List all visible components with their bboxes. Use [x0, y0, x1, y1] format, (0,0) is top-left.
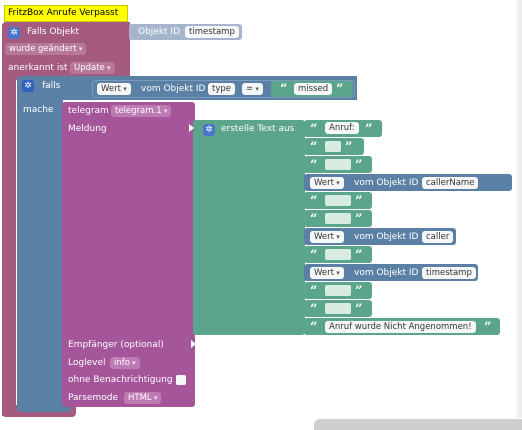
loglevel-dropdown[interactable]: info [110, 357, 140, 369]
operator-dropdown[interactable]: = [242, 83, 263, 95]
close-quote-icon: ” [484, 320, 492, 335]
open-quote-icon: “ [310, 284, 318, 299]
open-quote-icon: “ [310, 212, 318, 227]
dropdown-caret-icon [162, 106, 168, 116]
vom-objekt-id-label: vom Objekt ID [354, 178, 419, 188]
nicht-angenommen-field[interactable]: Anruf wurde Nicht Angenommen! [325, 321, 476, 333]
empty-text-field[interactable] [325, 303, 351, 314]
changed-dropdown[interactable]: wurde geändert [5, 43, 87, 55]
open-quote-icon: “ [310, 302, 318, 317]
missed-field[interactable]: missed [294, 83, 333, 95]
vom-objekt-id-label: vom Objekt ID [354, 232, 419, 242]
type-field[interactable]: type [208, 83, 235, 95]
value-dropdown-text: Wert [101, 84, 121, 94]
telegram-instance-text: telegram.1 [115, 106, 162, 116]
open-quote-icon: “ [310, 194, 318, 209]
empty-text-field[interactable] [325, 195, 351, 206]
parsemode-dropdown[interactable]: HTML [124, 392, 162, 404]
open-quote-icon: “ [310, 158, 318, 173]
dropdown-caret-icon [334, 268, 340, 278]
telegram-instance-dropdown[interactable]: telegram.1 [111, 105, 172, 117]
empty-text-field[interactable] [325, 141, 341, 152]
empfaenger-label: Empfänger (optional) [68, 340, 164, 350]
close-quote-icon: ” [336, 82, 344, 97]
callername-field[interactable]: callerName [422, 177, 479, 189]
value-dropdown[interactable]: Wert [310, 177, 344, 189]
value-dropdown-text: Wert [314, 268, 334, 278]
empty-text-field[interactable] [325, 159, 351, 170]
loglevel-dropdown-text: info [114, 358, 130, 368]
text-join-title: erstelle Text aus [221, 124, 295, 134]
event-block-spine [2, 70, 16, 416]
meldung-label: Meldung [68, 124, 107, 134]
close-quote-icon: ” [355, 248, 363, 263]
comment-bubble[interactable]: FritzBox Anrufe Verpasst [4, 5, 128, 22]
ack-dropdown-text: Update [74, 63, 105, 73]
mache-label: mache [23, 105, 54, 115]
empfaenger-connector-icon [191, 340, 196, 348]
changed-dropdown-text: wurde geändert [9, 44, 77, 54]
dropdown-caret-icon [152, 393, 158, 403]
dropdown-caret-icon [121, 84, 127, 94]
ack-dropdown[interactable]: Update [70, 62, 115, 74]
value-dropdown[interactable]: Wert [97, 83, 131, 95]
open-quote-icon: “ [310, 248, 318, 263]
objekt-id-field[interactable]: timestamp [185, 26, 239, 38]
if-gear-icon[interactable]: ✲ [22, 80, 34, 92]
close-quote-icon: ” [355, 158, 363, 173]
parsemode-dropdown-text: HTML [128, 393, 152, 403]
objekt-id-label: Objekt ID [138, 27, 181, 37]
open-quote-icon: “ [310, 320, 318, 335]
dropdown-caret-icon [253, 84, 259, 94]
falls-objekt-label: Falls Objekt [27, 27, 79, 37]
value-dropdown-text: Wert [314, 232, 334, 242]
value-dropdown[interactable]: Wert [310, 231, 344, 243]
parsemode-label: Parsemode [68, 393, 118, 403]
dropdown-caret-icon [334, 178, 340, 188]
falls-label: falls [42, 81, 61, 91]
loglevel-label: Loglevel [68, 358, 106, 368]
settings-gear-icon[interactable]: ✲ [8, 27, 20, 39]
close-quote-icon: ” [365, 122, 373, 137]
anruf-field[interactable]: Anruf: [325, 122, 359, 134]
horizontal-scrollbar[interactable] [314, 419, 522, 430]
dropdown-caret-icon [77, 44, 83, 54]
close-quote-icon: ” [355, 302, 363, 317]
caller-field[interactable]: caller [422, 231, 454, 243]
ohne-checkbox[interactable] [176, 375, 186, 385]
ohne-label: ohne Benachrichtigung [68, 375, 173, 385]
vom-objekt-id-label: vom Objekt ID [354, 268, 419, 278]
value-dropdown[interactable]: Wert [310, 267, 344, 279]
vertical-scrollbar[interactable] [517, 0, 522, 418]
telegram-label: telegram [68, 106, 109, 116]
vom-objekt-id-label: vom Objekt ID [141, 84, 206, 94]
empty-text-field[interactable] [325, 285, 351, 296]
timestamp-field[interactable]: timestamp [422, 267, 476, 279]
empty-text-field[interactable] [325, 249, 351, 260]
dropdown-caret-icon [130, 358, 136, 368]
if-block-spine [17, 100, 63, 406]
open-quote-icon: “ [310, 140, 318, 155]
ack-label: anerkannt ist [8, 63, 68, 73]
meldung-connector-icon [189, 124, 194, 132]
close-quote-icon: ” [355, 212, 363, 227]
close-quote-icon: ” [355, 284, 363, 299]
close-quote-icon: ” [355, 194, 363, 209]
dropdown-caret-icon [105, 63, 111, 73]
open-quote-icon: “ [280, 82, 288, 97]
value-dropdown-text: Wert [314, 178, 334, 188]
open-quote-icon: “ [310, 122, 318, 137]
text-join-gear-icon[interactable]: ✲ [203, 124, 215, 136]
dropdown-caret-icon [334, 232, 340, 242]
text-join-block[interactable] [193, 120, 305, 335]
empty-text-field[interactable] [325, 213, 351, 224]
close-quote-icon: ” [345, 140, 353, 155]
